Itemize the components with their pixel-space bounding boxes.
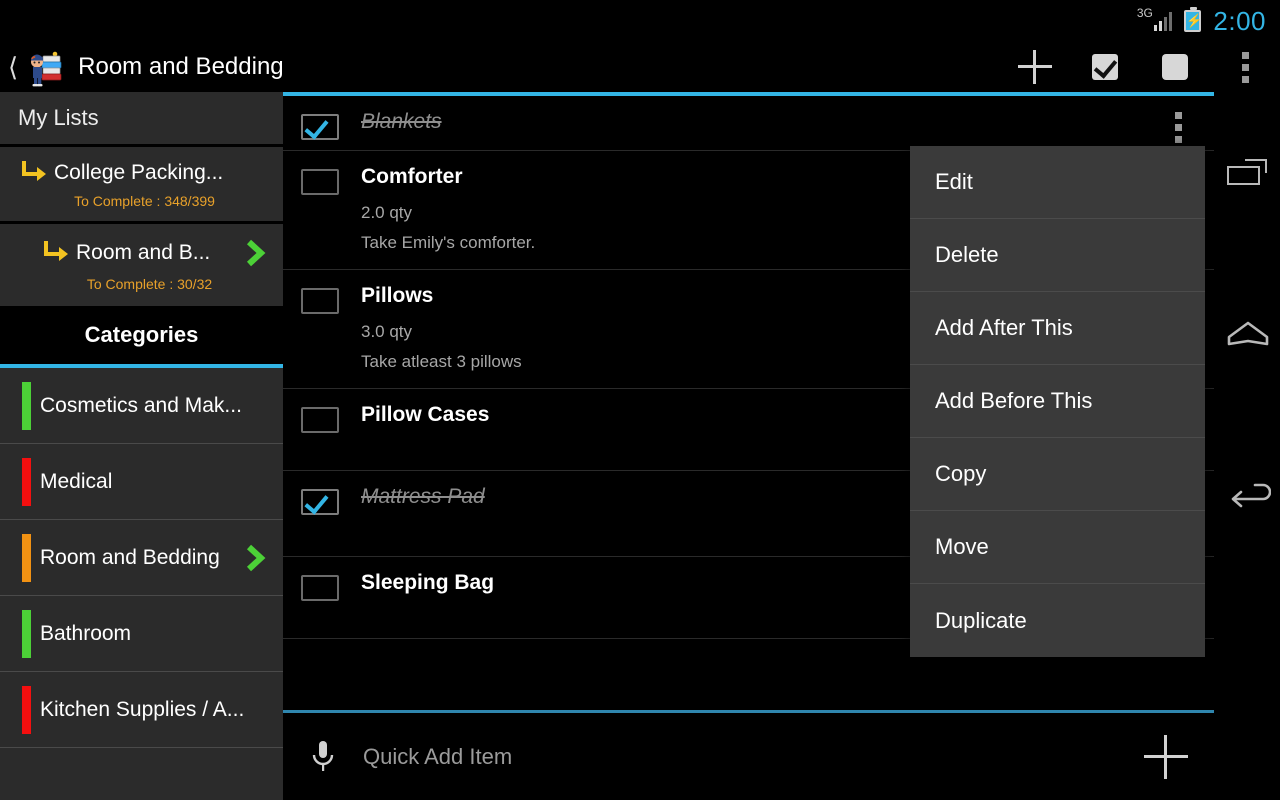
sidebar-category-bathroom[interactable]: Bathroom [0, 596, 283, 672]
app-logo-icon[interactable] [24, 46, 66, 88]
category-color-bar [22, 686, 31, 734]
item-title: Blankets [361, 110, 442, 133]
context-menu-item-add-before-this[interactable]: Add Before This [910, 365, 1205, 438]
sidebar-category-kitchen-supplies[interactable]: Kitchen Supplies / A... [0, 672, 283, 748]
sidebar: My Lists College Packing... To Complete … [0, 92, 283, 800]
microphone-icon [312, 740, 334, 771]
quick-add-bar: Quick Add Item [283, 710, 1214, 800]
sublist-arrow-icon [38, 241, 76, 265]
item-checkbox[interactable] [301, 407, 339, 433]
list-title: Room and B... [76, 241, 211, 264]
quick-add-input[interactable]: Quick Add Item [363, 744, 1118, 770]
item-checkbox[interactable] [301, 114, 339, 140]
list-row-top: College Packing... [16, 161, 273, 185]
voice-input-button[interactable] [283, 736, 363, 778]
item-checkbox[interactable] [301, 169, 339, 195]
sidebar-header: My Lists [0, 92, 283, 144]
category-color-bar [22, 382, 31, 430]
status-bar: 3G ⚡ 2:00 [0, 0, 1280, 42]
tablet-screen: 3G ⚡ 2:00 ⟨ Room and Bedding My Lists Co… [0, 0, 1280, 800]
item-checkbox[interactable] [301, 575, 339, 601]
check-all-button[interactable] [1070, 42, 1140, 92]
list-progress-label: To Complete : 348/399 [74, 193, 215, 209]
list-progress-label: To Complete : 30/32 [86, 276, 213, 292]
context-menu-item-delete[interactable]: Delete [910, 219, 1205, 292]
signal-bars-icon [1153, 11, 1173, 31]
action-bar: ⟨ Room and Bedding [0, 42, 1280, 92]
sidebar-category-room-and-bedding[interactable]: Room and Bedding [0, 520, 283, 596]
item-context-menu: Edit Delete Add After This Add Before Th… [910, 146, 1205, 657]
categories-tab-label: Categories [84, 322, 199, 347]
quick-add-submit-button[interactable] [1118, 734, 1214, 779]
category-label: Room and Bedding [40, 545, 220, 569]
page-title: Room and Bedding [78, 53, 284, 80]
checkbox-checked-icon [1092, 54, 1118, 80]
home-icon [1227, 320, 1269, 346]
item-overflow-button[interactable] [1175, 112, 1182, 143]
sidebar-list-college-packing[interactable]: College Packing... To Complete : 348/399 [0, 147, 283, 221]
context-menu-item-add-after-this[interactable]: Add After This [910, 292, 1205, 365]
category-label: Kitchen Supplies / A... [40, 697, 245, 721]
three-dots-vertical-icon [1241, 51, 1249, 83]
category-label: Bathroom [40, 621, 132, 645]
context-menu-item-duplicate[interactable]: Duplicate [910, 584, 1205, 657]
sublist-arrow-icon [16, 161, 54, 185]
category-label: Medical [40, 469, 113, 493]
context-menu-item-move[interactable]: Move [910, 511, 1205, 584]
tab-categories[interactable]: Categories [0, 306, 283, 368]
clock-label: 2:00 [1213, 5, 1266, 36]
list-item[interactable]: Blankets [283, 96, 1214, 151]
plus-icon [1144, 734, 1188, 779]
chevron-right-icon[interactable] [237, 238, 273, 268]
recents-icon [1227, 159, 1267, 185]
network-type-label: 3G [1136, 6, 1153, 20]
system-nav-bar [1214, 92, 1280, 800]
category-color-bar [22, 610, 31, 658]
item-checkbox[interactable] [301, 288, 339, 314]
context-menu-item-edit[interactable]: Edit [910, 146, 1205, 219]
category-color-bar [22, 458, 31, 506]
uncheck-all-button[interactable] [1140, 42, 1210, 92]
add-item-button[interactable] [1000, 42, 1070, 92]
back-button[interactable] [1214, 412, 1280, 572]
home-button[interactable] [1214, 252, 1280, 412]
category-color-bar [22, 534, 31, 582]
sidebar-list-room-and-bedding[interactable]: Room and B... To Complete : 30/32 [0, 224, 283, 304]
back-arrow-icon [1225, 477, 1272, 508]
sidebar-category-cosmetics[interactable]: Cosmetics and Mak... [0, 368, 283, 444]
battery-charging-icon: ⚡ [1184, 7, 1203, 32]
plus-icon [1018, 50, 1052, 84]
list-title: College Packing... [54, 161, 224, 184]
recents-button[interactable] [1214, 92, 1280, 252]
my-lists-label: My Lists [18, 105, 99, 130]
overflow-menu-button[interactable] [1210, 42, 1280, 92]
item-body: Blankets [361, 96, 1214, 150]
sidebar-category-medical[interactable]: Medical [0, 444, 283, 520]
context-menu-item-copy[interactable]: Copy [910, 438, 1205, 511]
chevron-right-icon[interactable] [240, 543, 270, 573]
item-checkbox[interactable] [301, 489, 339, 515]
list-row-top: Room and B... [16, 238, 273, 268]
category-label: Cosmetics and Mak... [40, 393, 242, 417]
checkbox-empty-icon [1162, 54, 1188, 80]
back-chevron-icon[interactable]: ⟨ [0, 54, 24, 80]
